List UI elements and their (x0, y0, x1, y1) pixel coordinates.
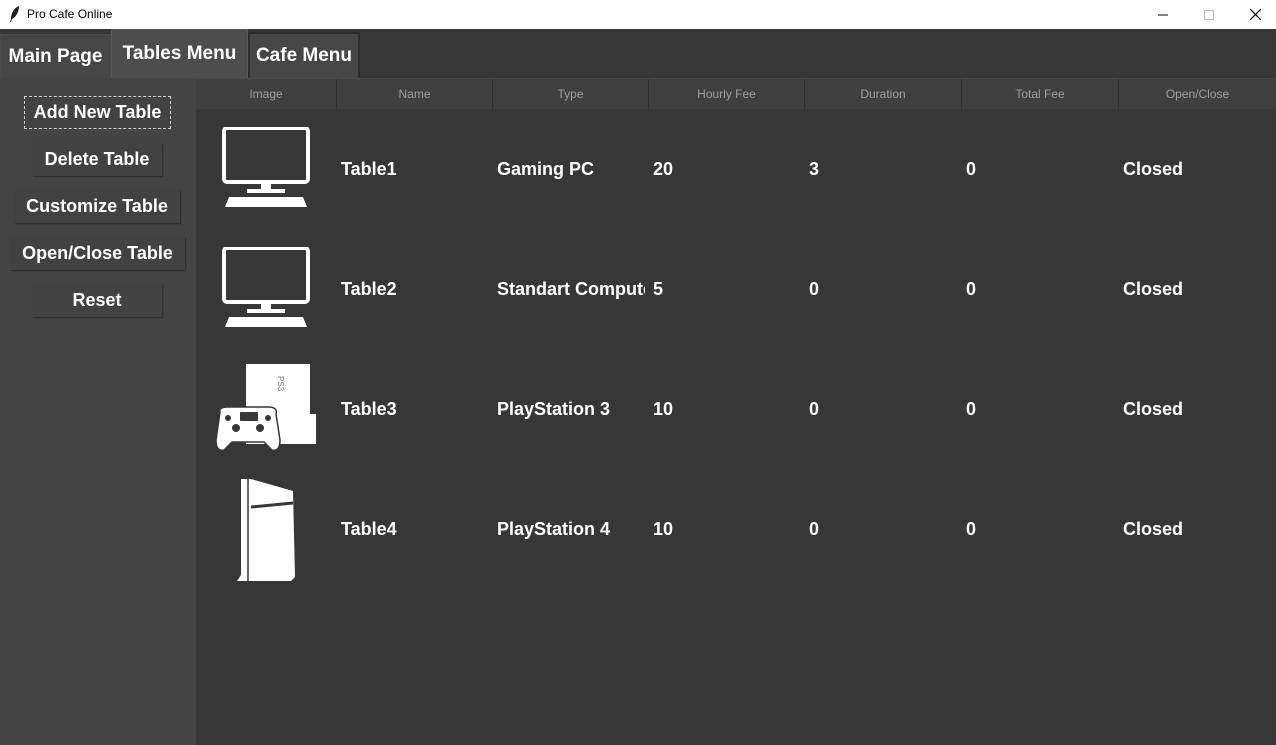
cell-status: Closed (1123, 518, 1184, 539)
cell-status: Closed (1123, 398, 1184, 419)
minimize-button[interactable] (1140, 0, 1186, 29)
maximize-button[interactable] (1186, 0, 1232, 29)
row-image (196, 469, 336, 589)
close-icon (1249, 9, 1261, 20)
cell-hourly-fee: 10 (653, 398, 674, 419)
sidebar: Add New Table Delete Table Customize Tab… (0, 78, 196, 745)
tab-bar: Main Page Tables Menu Cafe Menu (0, 29, 1276, 78)
table-row[interactable]: PS3 Table3 PlayStation 3 10 0 0 Closed (196, 349, 1276, 469)
delete-table-button[interactable]: Delete Table (32, 143, 162, 176)
cell-status: Closed (1123, 278, 1184, 299)
close-button[interactable] (1232, 0, 1276, 29)
cell-type: Standart Computer (497, 278, 645, 299)
cell-duration: 0 (809, 398, 820, 419)
row-image (196, 229, 336, 349)
feather-icon (10, 6, 19, 22)
cell-hourly-fee: 20 (653, 158, 674, 179)
cell-type: Gaming PC (497, 158, 595, 179)
cell-name: Table2 (341, 278, 397, 299)
monitor-icon (222, 127, 310, 207)
svg-text:PS3: PS3 (276, 376, 285, 392)
customize-table-button[interactable]: Customize Table (14, 190, 180, 223)
title-bar: Pro Cafe Online (0, 0, 1276, 29)
reset-button[interactable]: Reset (32, 284, 162, 317)
cell-hourly-fee: 5 (653, 278, 664, 299)
tables-treeview[interactable]: Image Name Type Hourly Fee Duration Tota… (196, 78, 1276, 745)
row-image (196, 109, 336, 229)
cell-duration: 0 (809, 278, 820, 299)
cell-total-fee: 0 (966, 398, 977, 419)
minimize-icon (1158, 14, 1168, 15)
ps4-console-icon (237, 479, 295, 581)
monitor-icon (222, 247, 310, 327)
tab-cafe-menu[interactable]: Cafe Menu (248, 32, 360, 78)
cell-total-fee: 0 (966, 278, 977, 299)
cell-name: Table1 (341, 158, 397, 179)
open-close-table-button[interactable]: Open/Close Table (10, 237, 185, 270)
cell-total-fee: 0 (966, 518, 977, 539)
column-header-open-close[interactable]: Open/Close (1119, 79, 1276, 109)
ps3-console-icon: PS3 (215, 364, 316, 452)
cell-type: PlayStation 4 (497, 518, 611, 539)
table-row[interactable]: Table4 PlayStation 4 10 0 0 Closed (196, 469, 1276, 589)
add-new-table-button[interactable]: Add New Table (24, 96, 171, 129)
window-title: Pro Cafe Online (27, 7, 113, 21)
table-header: Image Name Type Hourly Fee Duration Tota… (196, 78, 1276, 109)
cell-type: PlayStation 3 (497, 398, 611, 419)
row-image: PS3 (196, 349, 336, 469)
column-header-type[interactable]: Type (493, 79, 649, 109)
cell-status: Closed (1123, 158, 1184, 179)
cell-hourly-fee: 10 (653, 518, 674, 539)
column-header-image[interactable]: Image (196, 79, 337, 109)
table-row[interactable]: Table2 Standart Computer 5 0 0 Closed (196, 229, 1276, 349)
column-header-hourly-fee[interactable]: Hourly Fee (649, 79, 805, 109)
column-header-total-fee[interactable]: Total Fee (962, 79, 1119, 109)
cell-total-fee: 0 (966, 158, 977, 179)
column-header-name[interactable]: Name (337, 79, 493, 109)
cell-duration: 3 (809, 158, 820, 179)
tab-tables-menu[interactable]: Tables Menu (111, 29, 248, 78)
cell-duration: 0 (809, 518, 820, 539)
column-header-duration[interactable]: Duration (805, 79, 962, 109)
maximize-icon (1204, 9, 1214, 20)
cell-name: Table4 (341, 518, 397, 539)
cell-name: Table3 (341, 398, 397, 419)
table-row[interactable]: Table1 Gaming PC 20 3 0 Closed (196, 109, 1276, 229)
tab-main-page[interactable]: Main Page (0, 34, 111, 78)
